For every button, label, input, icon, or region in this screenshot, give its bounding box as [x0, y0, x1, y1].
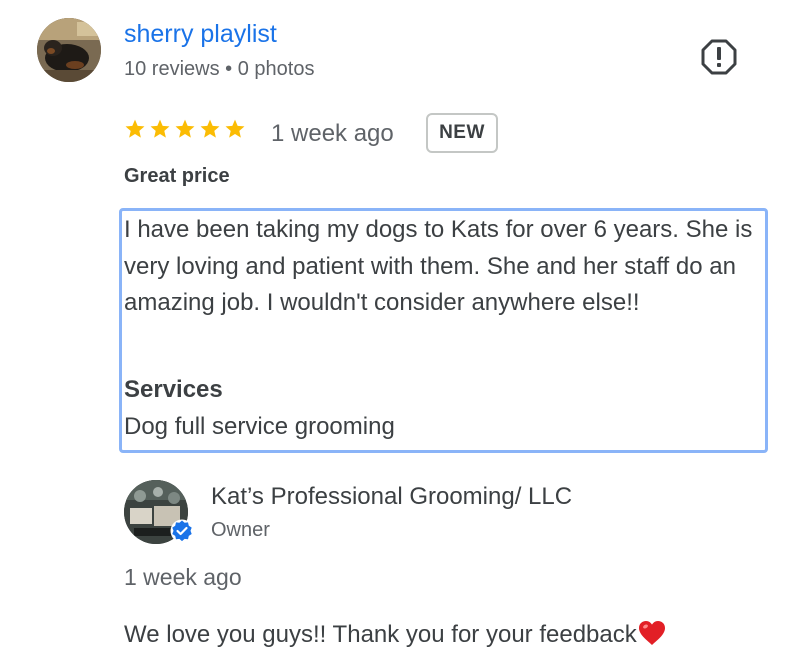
dog-photo-avatar [37, 18, 101, 82]
verified-check-icon [170, 519, 194, 543]
star-icon [125, 119, 145, 138]
reply-text-content: We love you guys!! Thank you for your fe… [124, 621, 637, 648]
star-icon [225, 119, 245, 138]
star-icon [200, 119, 220, 138]
heart-emoji [638, 621, 665, 645]
reply-date: 1 week ago [124, 564, 242, 590]
reviewer-avatar[interactable] [37, 18, 101, 82]
reply-text: We love you guys!! Thank you for your fe… [124, 620, 666, 649]
review-date: 1 week ago [271, 120, 394, 147]
new-badge: NEW [426, 113, 498, 153]
services-label: Services [124, 376, 223, 403]
review-title: Great price [124, 165, 230, 187]
verified-owner-badge [170, 519, 194, 543]
reviewer-stats: 10 reviews • 0 photos [124, 58, 315, 80]
report-flag-icon [701, 39, 737, 75]
report-review-button[interactable] [700, 38, 738, 76]
owner-name[interactable]: Kat’s Professional Grooming/ LLC [211, 483, 572, 511]
star-rating [124, 118, 246, 140]
owner-role: Owner [211, 519, 270, 541]
services-value: Dog full service grooming [124, 413, 395, 440]
review-text: I have been taking my dogs to Kats for o… [124, 216, 753, 316]
star-icon [175, 119, 195, 138]
star-icon [150, 119, 170, 138]
reviewer-name[interactable]: sherry playlist [124, 20, 277, 49]
